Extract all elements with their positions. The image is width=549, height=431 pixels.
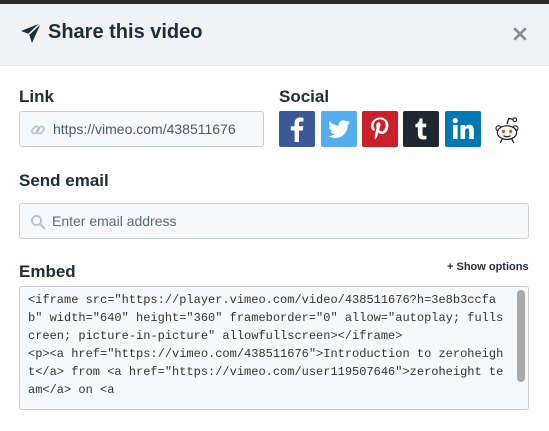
- reddit-icon[interactable]: [489, 111, 525, 147]
- email-field[interactable]: [19, 203, 529, 239]
- linkedin-button[interactable]: [445, 111, 481, 147]
- twitter-icon[interactable]: [321, 111, 357, 147]
- email-input[interactable]: [52, 204, 522, 238]
- reddit-button[interactable]: [489, 111, 525, 147]
- modal-title: Share this video: [48, 21, 203, 43]
- facebook-icon[interactable]: [279, 111, 315, 147]
- embed-scrollbar[interactable]: [515, 288, 527, 408]
- scrollbar-thumb[interactable]: [517, 290, 525, 382]
- send-email-label: Send email: [19, 171, 109, 190]
- twitter-button[interactable]: [321, 111, 357, 147]
- link-label: Link: [19, 87, 54, 106]
- modal-header: Share this video: [0, 4, 549, 66]
- pinterest-icon[interactable]: [362, 111, 398, 147]
- show-options-link[interactable]: + Show options: [447, 261, 529, 273]
- link-field[interactable]: https://vimeo.com/438511676: [19, 111, 264, 147]
- facebook-button[interactable]: [279, 111, 315, 147]
- embed-label: Embed: [19, 262, 76, 281]
- close-button[interactable]: [510, 24, 530, 44]
- link-icon: [30, 122, 46, 138]
- embed-code[interactable]: <iframe src="https://player.vimeo.com/vi…: [28, 291, 508, 399]
- pinterest-button[interactable]: [362, 111, 398, 147]
- social-label: Social: [279, 87, 330, 106]
- tumblr-button[interactable]: [403, 111, 439, 147]
- tumblr-icon[interactable]: [403, 111, 439, 147]
- embed-code-textarea[interactable]: <iframe src="https://player.vimeo.com/vi…: [19, 286, 529, 410]
- link-url[interactable]: https://vimeo.com/438511676: [53, 121, 236, 137]
- linkedin-icon[interactable]: [445, 111, 481, 147]
- close-icon[interactable]: [510, 24, 530, 44]
- search-icon: [30, 214, 46, 230]
- paper-plane-icon: [20, 22, 42, 44]
